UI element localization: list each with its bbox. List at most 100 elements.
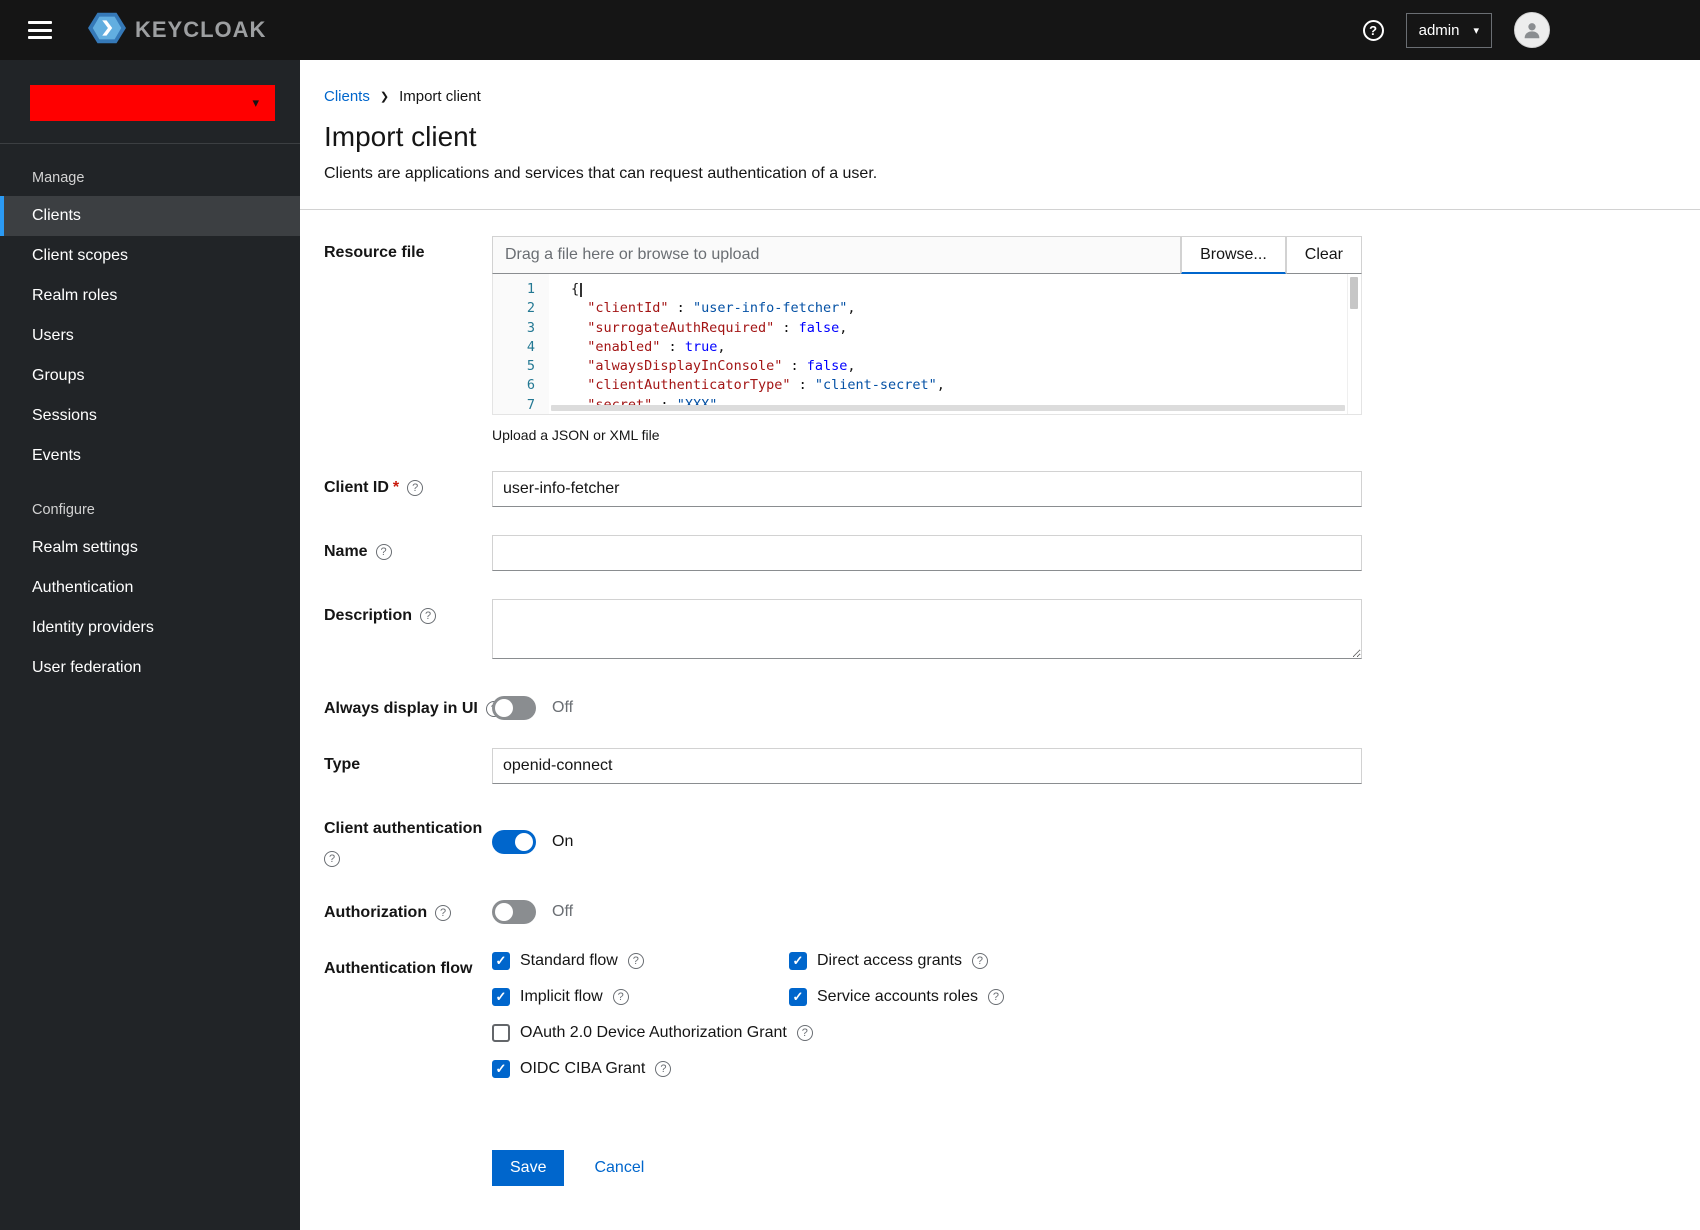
type-label: Type	[324, 756, 361, 773]
code-line: "clientId" : "user-info-fetcher",	[587, 300, 856, 317]
description-input[interactable]	[492, 599, 1362, 659]
authorization-label: Authorization	[324, 904, 428, 921]
sidebar-item-realm-settings[interactable]: Realm settings	[0, 528, 300, 568]
description-label: Description	[324, 607, 413, 624]
code-line: "clientAuthenticatorType" : "client-secr…	[587, 377, 945, 394]
line-number: 1	[526, 281, 535, 297]
breadcrumb: Clients ❯ Import client	[300, 60, 1700, 105]
sidebar: ▾ Manage Clients Client scopes Realm roles U…	[0, 60, 300, 1230]
sidebar-item-client-scopes[interactable]: Client scopes	[0, 236, 300, 276]
always-display-toggle[interactable]	[492, 696, 536, 720]
text-cursor	[580, 283, 582, 297]
authorization-row: Authorization? Off	[324, 896, 1676, 924]
sidebar-section-title: Configure	[32, 502, 95, 518]
code-line: {	[571, 280, 1361, 299]
sidebar-item-groups[interactable]: Groups	[0, 356, 300, 396]
client-id-label: Client ID	[324, 479, 389, 496]
help-icon[interactable]: ?	[796, 1025, 813, 1041]
line-number: 6	[526, 377, 535, 394]
name-label: Name	[324, 543, 368, 560]
help-icon[interactable]: ?	[987, 989, 1004, 1005]
line-number: 7	[526, 396, 535, 413]
code-editor-content[interactable]: { "clientId" : "user-info-fetcher", "sur…	[549, 274, 1361, 414]
help-icon[interactable]: ?	[655, 1061, 672, 1077]
code-line: "alwaysDisplayInConsole" : false,	[587, 358, 856, 375]
checkbox-standard-flow[interactable]: ✓ Standard flow?	[492, 952, 789, 970]
sidebar-item-identity-providers[interactable]: Identity providers	[0, 608, 300, 648]
clear-button[interactable]: Clear	[1285, 236, 1362, 274]
browse-button[interactable]: Browse...	[1181, 236, 1286, 274]
checkbox-checked-icon[interactable]: ✓	[492, 952, 510, 970]
always-display-row: Always display in UI? Off	[324, 692, 1676, 720]
user-menu-dropdown[interactable]: admin ▾	[1405, 12, 1492, 48]
checkbox-checked-icon[interactable]: ✓	[789, 952, 807, 970]
page-subtitle: Clients are applications and services th…	[324, 165, 878, 182]
help-icon[interactable]: ?	[612, 989, 629, 1005]
help-icon[interactable]: ?	[375, 543, 392, 560]
authentication-flow-label: Authentication flow	[324, 960, 473, 977]
topbar-right: ? admin ▾	[1362, 12, 1550, 48]
help-icon[interactable]: ?	[435, 904, 452, 921]
horizontal-scrollbar-thumb[interactable]	[551, 405, 1345, 411]
help-icon[interactable]: ?	[971, 953, 988, 969]
name-input[interactable]	[492, 535, 1362, 571]
checkbox-label: Direct access grants	[817, 952, 962, 969]
vertical-scrollbar-thumb[interactable]	[1350, 277, 1358, 309]
hamburger-menu-icon[interactable]	[28, 21, 52, 39]
checkbox-checked-icon[interactable]: ✓	[492, 1060, 510, 1078]
help-icon[interactable]: ?	[407, 479, 424, 496]
help-icon[interactable]: ?	[627, 953, 644, 969]
breadcrumb-separator-icon: ❯	[379, 91, 390, 103]
keycloak-logo[interactable]: KEYCLOAK	[88, 9, 266, 52]
checkbox-direct-access-grants[interactable]: ✓ Direct access grants?	[789, 952, 988, 970]
avatar[interactable]	[1514, 12, 1550, 48]
sidebar-item-clients[interactable]: Clients	[0, 196, 300, 236]
sidebar-item-user-federation[interactable]: User federation	[0, 648, 300, 688]
breadcrumb-clients-link[interactable]: Clients	[324, 88, 370, 105]
checkbox-implicit-flow[interactable]: ✓ Implicit flow?	[492, 988, 789, 1006]
type-input[interactable]	[492, 748, 1362, 784]
client-id-row: Client ID *?	[324, 471, 1676, 507]
client-authentication-state: On	[552, 833, 574, 850]
upload-helper-text: Upload a JSON or XML file	[492, 427, 660, 443]
save-button[interactable]: Save	[492, 1150, 565, 1186]
person-icon	[1524, 23, 1540, 39]
client-authentication-row: Client authentication ? On	[324, 812, 1676, 868]
sidebar-item-realm-roles[interactable]: Realm roles	[0, 276, 300, 316]
code-editor[interactable]: 1 2 3 4 5 6 7 { "clientId" : "user-info-fetche…	[492, 274, 1362, 415]
toggle-knob	[515, 833, 533, 851]
authentication-flow-options: ✓ Standard flow? ✓ Direct access grants? ✓ Im…	[492, 952, 1362, 1096]
user-menu-label: admin	[1418, 21, 1460, 39]
vertical-scrollbar[interactable]	[1347, 274, 1361, 414]
checkbox-oauth-2-0-device-authorization-grant[interactable]: OAuth 2.0 Device Authorization Grant?	[492, 1024, 813, 1042]
checkbox-label: OIDC CIBA Grant	[520, 1060, 646, 1077]
sidebar-item-authentication[interactable]: Authentication	[0, 568, 300, 608]
checkbox-oidc-ciba-grant[interactable]: ✓ OIDC CIBA Grant?	[492, 1060, 789, 1078]
checkbox-checked-icon[interactable]: ✓	[492, 988, 510, 1006]
checkbox-unchecked-icon[interactable]	[492, 1024, 510, 1042]
cancel-button[interactable]: Cancel	[594, 1159, 644, 1177]
required-asterisk: *	[392, 479, 400, 496]
name-row: Name?	[324, 535, 1676, 571]
authorization-toggle[interactable]	[492, 900, 536, 924]
type-row: Type	[324, 748, 1676, 784]
checkbox-row: OAuth 2.0 Device Authorization Grant?	[492, 1024, 1362, 1042]
client-authentication-toggle[interactable]	[492, 830, 536, 854]
checkbox-row: ✓ OIDC CIBA Grant?	[492, 1060, 1362, 1078]
brand-text: KEYCLOAK	[135, 17, 267, 42]
help-icon[interactable]: ?	[420, 607, 437, 624]
checkbox-service-accounts-roles[interactable]: ✓ Service accounts roles?	[789, 988, 1004, 1006]
realm-selector[interactable]: ▾	[30, 85, 275, 121]
help-icon[interactable]: ?	[1362, 19, 1384, 41]
checkbox-checked-icon[interactable]: ✓	[789, 988, 807, 1006]
sidebar-item-users[interactable]: Users	[0, 316, 300, 356]
sidebar-item-events[interactable]: Events	[0, 436, 300, 476]
file-upload-input[interactable]	[492, 236, 1182, 274]
help-icon[interactable]: ?	[324, 850, 340, 867]
line-number: 5	[526, 358, 535, 375]
client-id-input[interactable]	[492, 471, 1362, 507]
always-display-state: Off	[552, 699, 574, 716]
code-line: "enabled" : true,	[587, 338, 726, 355]
resource-file-row: Resource file Browse... Clear 1 2 3 4 5 6 7 { …	[324, 236, 1676, 443]
sidebar-item-sessions[interactable]: Sessions	[0, 396, 300, 436]
